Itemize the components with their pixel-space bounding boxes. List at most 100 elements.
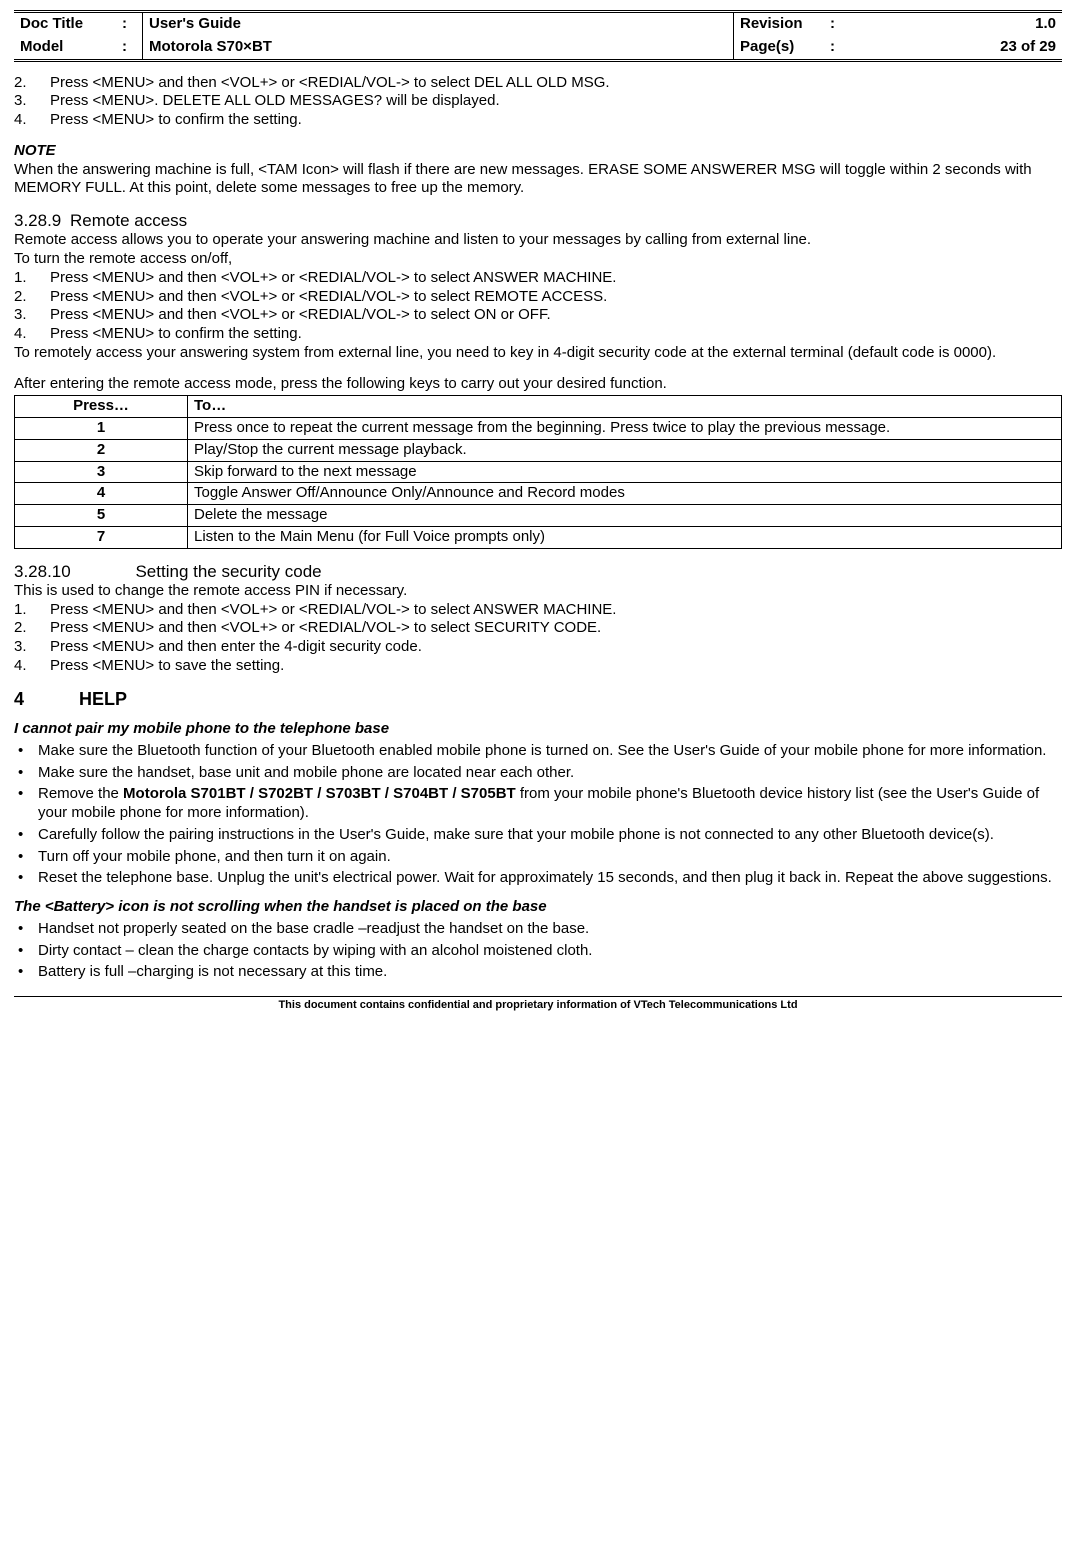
- section-paragraph: To remotely access your answering system…: [14, 344, 1062, 363]
- bullet-text: Dirty contact – clean the charge contact…: [38, 942, 1062, 961]
- list-text: Press <MENU> and then enter the 4-digit …: [50, 638, 1062, 657]
- list-item: 4.Press <MENU> to save the setting.: [14, 657, 1062, 676]
- press-key: 4: [15, 483, 188, 505]
- continuation-list: 2. Press <MENU> and then <VOL+> or <REDI…: [14, 74, 1062, 130]
- bullet-icon: •: [14, 963, 38, 982]
- help-bullet-list: •Make sure the Bluetooth function of you…: [14, 742, 1062, 888]
- list-text: Press <MENU> and then <VOL+> or <REDIAL/…: [50, 288, 1062, 307]
- press-action: Press once to repeat the current message…: [188, 418, 1062, 440]
- doc-header-table: Doc Title : User's Guide Revision : 1.0 …: [14, 10, 1062, 62]
- bullet-item: •Battery is full –charging is not necess…: [14, 963, 1062, 982]
- bullet-text: Reset the telephone base. Unplug the uni…: [38, 869, 1062, 888]
- list-text: Press <MENU> and then <VOL+> or <REDIAL/…: [50, 269, 1062, 288]
- bullet-text-strong: Motorola S701BT / S702BT / S703BT / S704…: [123, 785, 516, 802]
- section-title: Remote access: [70, 210, 187, 231]
- bullet-icon: •: [14, 848, 38, 867]
- press-action: Delete the message: [188, 505, 1062, 527]
- press-key: 2: [15, 439, 188, 461]
- doc-title-label: Doc Title: [14, 12, 116, 36]
- section-number: 3.28.10: [14, 561, 71, 582]
- table-row: 1Press once to repeat the current messag…: [15, 418, 1062, 440]
- list-number: 2.: [14, 619, 50, 638]
- press-key: 7: [15, 526, 188, 548]
- section-title: HELP: [79, 689, 127, 709]
- colon-icon: :: [116, 36, 143, 60]
- list-number: 4.: [14, 657, 50, 676]
- table-row: 3Skip forward to the next message: [15, 461, 1062, 483]
- list-text: Press <MENU> to confirm the setting.: [50, 325, 1062, 344]
- bullet-icon: •: [14, 785, 38, 823]
- bullet-item: •Make sure the Bluetooth function of you…: [14, 742, 1062, 761]
- list-item: 1.Press <MENU> and then <VOL+> or <REDIA…: [14, 269, 1062, 288]
- list-number: 2.: [14, 288, 50, 307]
- section-paragraph: Remote access allows you to operate your…: [14, 231, 1062, 250]
- list-item: 4.Press <MENU> to confirm the setting.: [14, 325, 1062, 344]
- press-key: 5: [15, 505, 188, 527]
- list-item: 2.Press <MENU> and then <VOL+> or <REDIA…: [14, 288, 1062, 307]
- list-item: 1.Press <MENU> and then <VOL+> or <REDIA…: [14, 601, 1062, 620]
- list-item: 3. Press <MENU>. DELETE ALL OLD MESSAGES…: [14, 92, 1062, 111]
- bullet-text: Turn off your mobile phone, and then tur…: [38, 848, 1062, 867]
- list-number: 1.: [14, 601, 50, 620]
- list-text: Press <MENU> and then <VOL+> or <REDIAL/…: [50, 74, 1062, 93]
- bullet-icon: •: [14, 742, 38, 761]
- table-row: 2Play/Stop the current message playback.: [15, 439, 1062, 461]
- bullet-item: •Handset not properly seated on the base…: [14, 920, 1062, 939]
- list-item: 2.Press <MENU> and then <VOL+> or <REDIA…: [14, 619, 1062, 638]
- remote-keys-table: Press… To… 1Press once to repeat the cur…: [14, 395, 1062, 548]
- bullet-icon: •: [14, 826, 38, 845]
- colon-icon: :: [116, 12, 143, 36]
- colon-icon: :: [824, 36, 850, 60]
- section-number: 4: [14, 688, 74, 711]
- press-action: Play/Stop the current message playback.: [188, 439, 1062, 461]
- help-bullet-list: •Handset not properly seated on the base…: [14, 920, 1062, 982]
- section-heading-security-code: 3.28.10 Setting the security code: [14, 561, 1062, 582]
- press-action: Skip forward to the next message: [188, 461, 1062, 483]
- list-text: Press <MENU> to save the setting.: [50, 657, 1062, 676]
- note-body: When the answering machine is full, <TAM…: [14, 161, 1062, 199]
- press-key: 3: [15, 461, 188, 483]
- list-item: 4. Press <MENU> to confirm the setting.: [14, 111, 1062, 130]
- bullet-text: Make sure the handset, base unit and mob…: [38, 764, 1062, 783]
- list-number: 3.: [14, 306, 50, 325]
- list-item: 3.Press <MENU> and then enter the 4-digi…: [14, 638, 1062, 657]
- page-footer: This document contains confidential and …: [14, 996, 1062, 1013]
- model-value: Motorola S70×BT: [143, 36, 734, 60]
- list-number: 4.: [14, 111, 50, 130]
- list-number: 3.: [14, 638, 50, 657]
- list-text: Press <MENU> to confirm the setting.: [50, 111, 1062, 130]
- bullet-text: Make sure the Bluetooth function of your…: [38, 742, 1062, 761]
- bullet-item: •Dirty contact – clean the charge contac…: [14, 942, 1062, 961]
- help-topic-heading: The <Battery> icon is not scrolling when…: [14, 898, 1062, 917]
- section-paragraph: To turn the remote access on/off,: [14, 250, 1062, 269]
- revision-value: 1.0: [850, 12, 1062, 36]
- section-paragraph: After entering the remote access mode, p…: [14, 375, 1062, 394]
- press-action: Listen to the Main Menu (for Full Voice …: [188, 526, 1062, 548]
- table-row: 4Toggle Answer Off/Announce Only/Announc…: [15, 483, 1062, 505]
- press-key: 1: [15, 418, 188, 440]
- pages-label: Page(s): [734, 36, 825, 60]
- list-number: 4.: [14, 325, 50, 344]
- table-header-press: Press…: [15, 396, 188, 418]
- bullet-text: Carefully follow the pairing instruction…: [38, 826, 1062, 845]
- list-item: 2. Press <MENU> and then <VOL+> or <REDI…: [14, 74, 1062, 93]
- section-title: Setting the security code: [135, 561, 321, 582]
- section-heading-help: 4 HELP: [14, 688, 1062, 711]
- bullet-icon: •: [14, 869, 38, 888]
- list-number: 3.: [14, 92, 50, 111]
- bullet-icon: •: [14, 920, 38, 939]
- bullet-item: •Carefully follow the pairing instructio…: [14, 826, 1062, 845]
- section-number: 3.28.9: [14, 210, 61, 231]
- model-label: Model: [14, 36, 116, 60]
- colon-icon: :: [824, 12, 850, 36]
- remote-access-steps: 1.Press <MENU> and then <VOL+> or <REDIA…: [14, 269, 1062, 344]
- list-item: 3.Press <MENU> and then <VOL+> or <REDIA…: [14, 306, 1062, 325]
- list-number: 2.: [14, 74, 50, 93]
- table-row: 7Listen to the Main Menu (for Full Voice…: [15, 526, 1062, 548]
- section-paragraph: This is used to change the remote access…: [14, 582, 1062, 601]
- press-action: Toggle Answer Off/Announce Only/Announce…: [188, 483, 1062, 505]
- bullet-text: Remove the Motorola S701BT / S702BT / S7…: [38, 785, 1062, 823]
- list-text: Press <MENU>. DELETE ALL OLD MESSAGES? w…: [50, 92, 1062, 111]
- bullet-item: •Remove the Motorola S701BT / S702BT / S…: [14, 785, 1062, 823]
- table-header-to: To…: [188, 396, 1062, 418]
